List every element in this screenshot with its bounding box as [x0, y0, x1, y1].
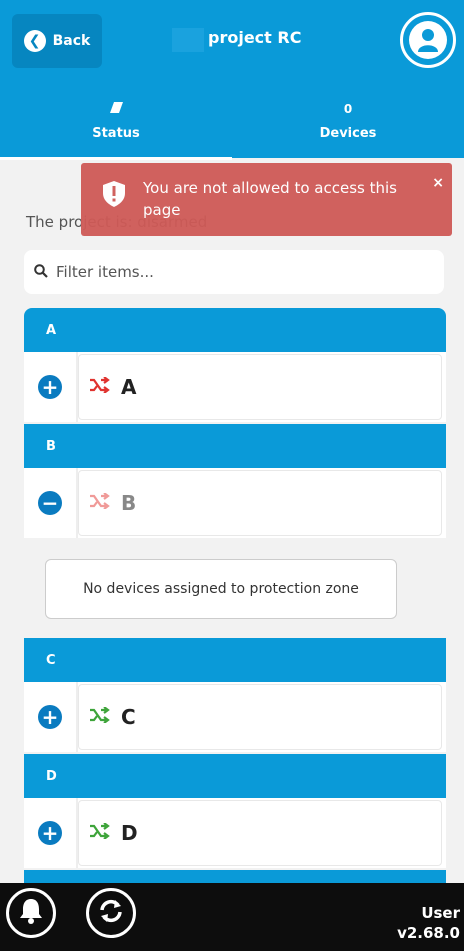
zone-c-body[interactable]: C	[78, 684, 442, 750]
devices-count: 0	[343, 101, 353, 116]
notifications-button[interactable]	[6, 888, 56, 938]
toast-message: You are not allowed to access this page	[143, 179, 397, 219]
minus-circle-icon: −	[38, 491, 62, 515]
footer-bar: User v2.68.0	[0, 883, 464, 951]
collapse-zone-b-button[interactable]: −	[24, 468, 78, 538]
search-icon	[34, 263, 48, 282]
zone-name-c: C	[121, 705, 136, 729]
zone-row-a: + A	[24, 352, 446, 422]
footer-user-label: User	[421, 904, 460, 922]
zone-row-d: + D	[24, 798, 446, 868]
page-title: project RC	[208, 28, 302, 47]
title-decoration	[172, 28, 204, 52]
zone-header-next	[24, 870, 446, 883]
shuffle-icon	[89, 492, 111, 513]
plus-circle-icon: +	[38, 375, 62, 399]
expand-zone-a-button[interactable]: +	[24, 352, 78, 422]
user-icon	[409, 21, 447, 59]
zone-name-b: B	[121, 491, 137, 515]
expand-zone-c-button[interactable]: +	[24, 682, 78, 752]
footer-user-info: User v2.68.0	[397, 903, 460, 943]
back-button[interactable]: ❮ Back	[12, 14, 102, 68]
close-icon[interactable]: ×	[432, 175, 444, 191]
bell-icon	[18, 897, 44, 929]
filter-bar[interactable]	[24, 250, 444, 294]
app-header: ❮ Back project RC Status 0 Devices	[0, 0, 464, 160]
plus-circle-icon: +	[38, 705, 62, 729]
zone-header-c: C	[24, 638, 446, 682]
refresh-button[interactable]	[86, 888, 136, 938]
zone-header-d: D	[24, 754, 446, 798]
zone-d-body[interactable]: D	[78, 800, 442, 866]
sync-icon	[98, 898, 124, 928]
zone-row-c: + C	[24, 682, 446, 752]
shuffle-icon	[89, 376, 111, 397]
zone-row-b: − B	[24, 468, 446, 538]
zone-name-d: D	[121, 821, 138, 845]
plus-circle-icon: +	[38, 821, 62, 845]
error-toast: You are not allowed to access this page …	[81, 163, 452, 236]
chevron-left-icon: ❮	[23, 30, 46, 52]
filter-input[interactable]	[56, 263, 416, 281]
tab-devices[interactable]: 0 Devices	[232, 84, 464, 158]
app-version: v2.68.0	[397, 924, 460, 942]
tab-status-label: Status	[92, 125, 140, 141]
eraser-icon	[109, 101, 123, 116]
zone-b-empty-message: No devices assigned to protection zone	[45, 559, 397, 619]
shuffle-icon	[89, 822, 111, 843]
expand-zone-d-button[interactable]: +	[24, 798, 78, 868]
zone-header-a: A	[24, 308, 446, 352]
tab-devices-label: Devices	[319, 125, 377, 141]
zone-header-b: B	[24, 424, 446, 468]
back-label: Back	[52, 33, 91, 49]
zone-a-body[interactable]: A	[78, 354, 442, 420]
shield-alert-icon	[103, 181, 125, 211]
tab-status[interactable]: Status	[0, 84, 232, 160]
zone-name-a: A	[121, 375, 137, 399]
tab-bar: Status 0 Devices	[0, 84, 464, 160]
zone-b-body[interactable]: B	[78, 470, 442, 536]
shuffle-icon	[89, 706, 111, 727]
user-avatar-button[interactable]	[400, 12, 456, 68]
